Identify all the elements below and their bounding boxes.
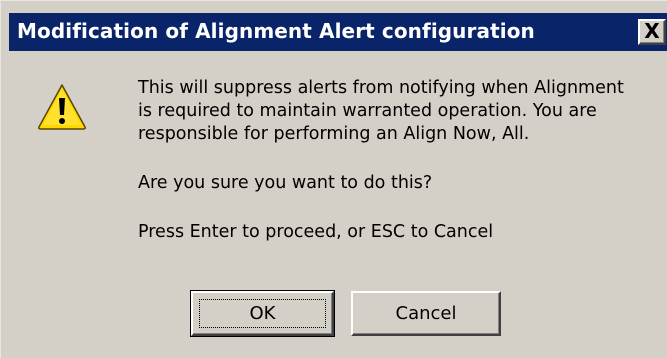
message-line: This will suppress alerts from notifying…	[138, 78, 624, 98]
ok-button[interactable]: OK	[190, 290, 335, 337]
alert-dialog: Modification of Alignment Alert configur…	[0, 0, 667, 358]
message-line: responsible for performing an Align Now,…	[138, 124, 530, 144]
cancel-button[interactable]: Cancel	[351, 291, 501, 336]
message-text: This will suppress alerts from notifying…	[138, 77, 663, 244]
window-title: Modification of Alignment Alert configur…	[17, 19, 535, 43]
warning-message: This will suppress alerts from notifying…	[138, 77, 663, 146]
confirmation-question: Are you sure you want to do this?	[138, 173, 433, 193]
warning-icon	[38, 84, 86, 130]
cancel-button-label: Cancel	[395, 303, 457, 324]
title-bar[interactable]: Modification of Alignment Alert configur…	[9, 13, 667, 51]
keyboard-instruction: Press Enter to proceed, or ESC to Cancel	[138, 222, 494, 242]
message-line: is required to maintain warranted operat…	[138, 101, 597, 121]
close-button[interactable]: X	[638, 19, 666, 45]
ok-button-label: OK	[249, 303, 276, 324]
